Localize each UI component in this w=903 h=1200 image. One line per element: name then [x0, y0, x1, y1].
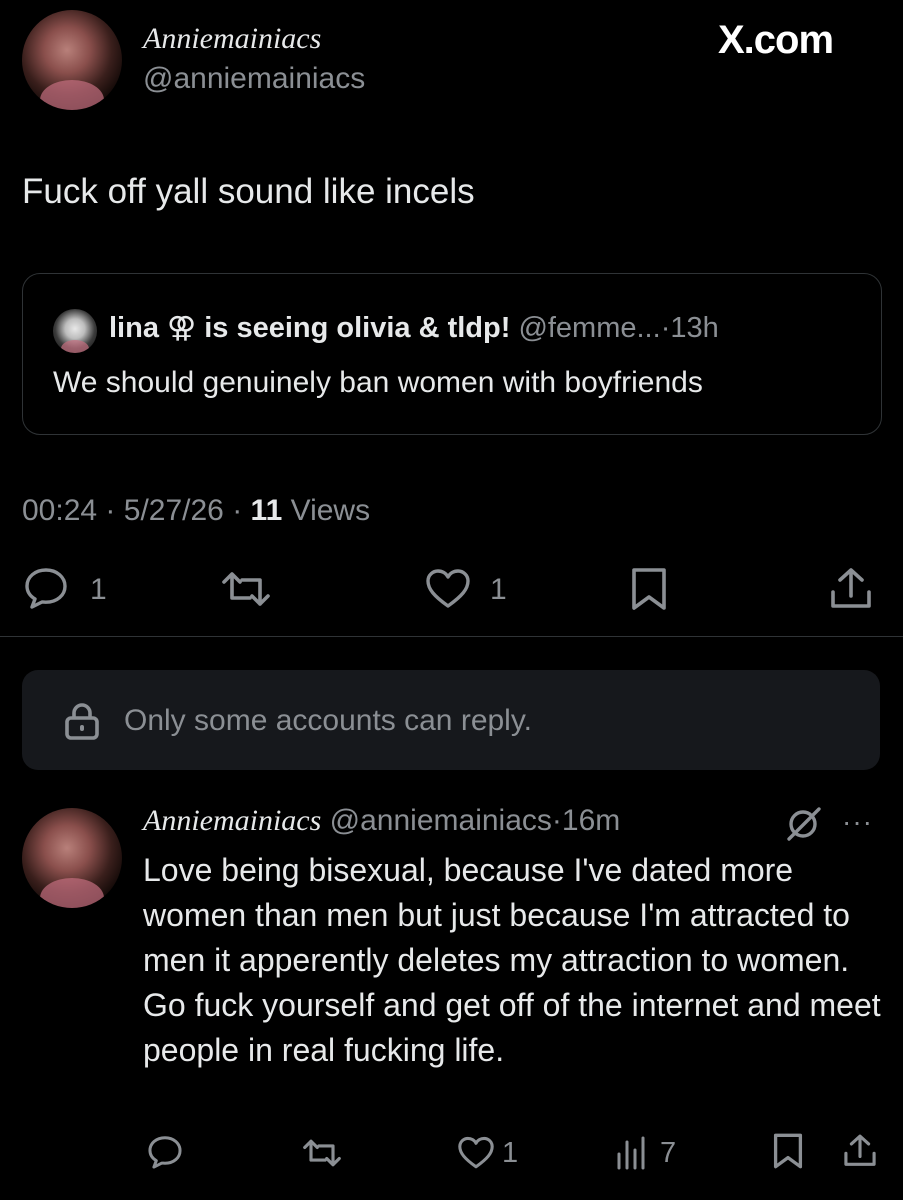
- reply-views-button[interactable]: [614, 1134, 650, 1170]
- views-count: 11: [250, 494, 283, 527]
- reply-author-avatar[interactable]: [22, 808, 122, 908]
- quoted-author-avatar[interactable]: [53, 309, 97, 353]
- heart-icon: [458, 1136, 494, 1169]
- reply-reply-button[interactable]: [146, 1134, 184, 1170]
- reply-button[interactable]: [22, 566, 70, 610]
- views-chart-icon: [617, 1136, 645, 1170]
- meta-separator: ·: [105, 494, 116, 527]
- like-button[interactable]: [424, 568, 472, 610]
- bookmark-button[interactable]: [630, 566, 668, 612]
- reply-icon: [148, 1136, 182, 1169]
- author-avatar[interactable]: [22, 10, 122, 110]
- post-time: 00:24: [22, 494, 98, 527]
- divider: [0, 636, 903, 637]
- like-count: 1: [490, 573, 507, 606]
- post-text: Fuck off yall sound like incels: [22, 172, 475, 211]
- reply-like-count: 1: [502, 1137, 519, 1169]
- reply-author-handle[interactable]: @anniemainiacs: [330, 804, 552, 837]
- share-button[interactable]: [828, 566, 874, 612]
- reply-text: Love being bisexual, because I've dated …: [143, 852, 881, 1068]
- bookmark-icon: [773, 1133, 803, 1169]
- author-display-name[interactable]: Anniemainiacs: [143, 22, 321, 56]
- reply-views-count: 7: [660, 1137, 677, 1169]
- lock-icon: [64, 702, 100, 740]
- bookmark-icon: [632, 568, 666, 610]
- grok-icon[interactable]: [783, 806, 823, 842]
- reply-restriction-banner: Only some accounts can reply.: [22, 670, 880, 770]
- repost-icon: [222, 572, 270, 606]
- quoted-author-name[interactable]: lina ⚢ is seeing olivia & tldp!: [109, 312, 510, 344]
- repost-icon: [303, 1139, 341, 1167]
- share-icon: [844, 1134, 876, 1166]
- quoted-post-card[interactable]: lina ⚢ is seeing olivia & tldp! @femme..…: [22, 273, 882, 435]
- views-label: Views: [290, 494, 371, 527]
- quoted-timestamp: 13h: [670, 312, 719, 344]
- quoted-author-handle[interactable]: @femme...: [518, 312, 660, 344]
- meta-separator: ·: [232, 494, 243, 527]
- repost-button[interactable]: [218, 568, 274, 610]
- reply-restriction-text: Only some accounts can reply.: [124, 704, 532, 737]
- more-options-button[interactable]: ···: [842, 806, 873, 838]
- reply-icon: [25, 568, 67, 609]
- reply-repost-button[interactable]: [300, 1136, 344, 1170]
- reply-timestamp: 16m: [561, 804, 621, 837]
- reply-separator: ·: [551, 804, 562, 837]
- post-date: 5/27/26: [123, 494, 224, 527]
- reply-like-button[interactable]: [456, 1136, 496, 1170]
- author-handle[interactable]: @anniemainiacs: [143, 62, 365, 96]
- quoted-separator: ·: [660, 312, 671, 344]
- heart-icon: [426, 569, 470, 608]
- quoted-post-text: We should genuinely ban women with boyfr…: [53, 366, 703, 399]
- reply-share-button[interactable]: [842, 1132, 878, 1170]
- share-icon: [831, 568, 871, 608]
- reply-author-name[interactable]: Anniemainiacs: [143, 804, 321, 837]
- site-watermark: X.com: [718, 18, 834, 62]
- reply-bookmark-button[interactable]: [772, 1132, 804, 1170]
- reply-count: 1: [90, 573, 107, 606]
